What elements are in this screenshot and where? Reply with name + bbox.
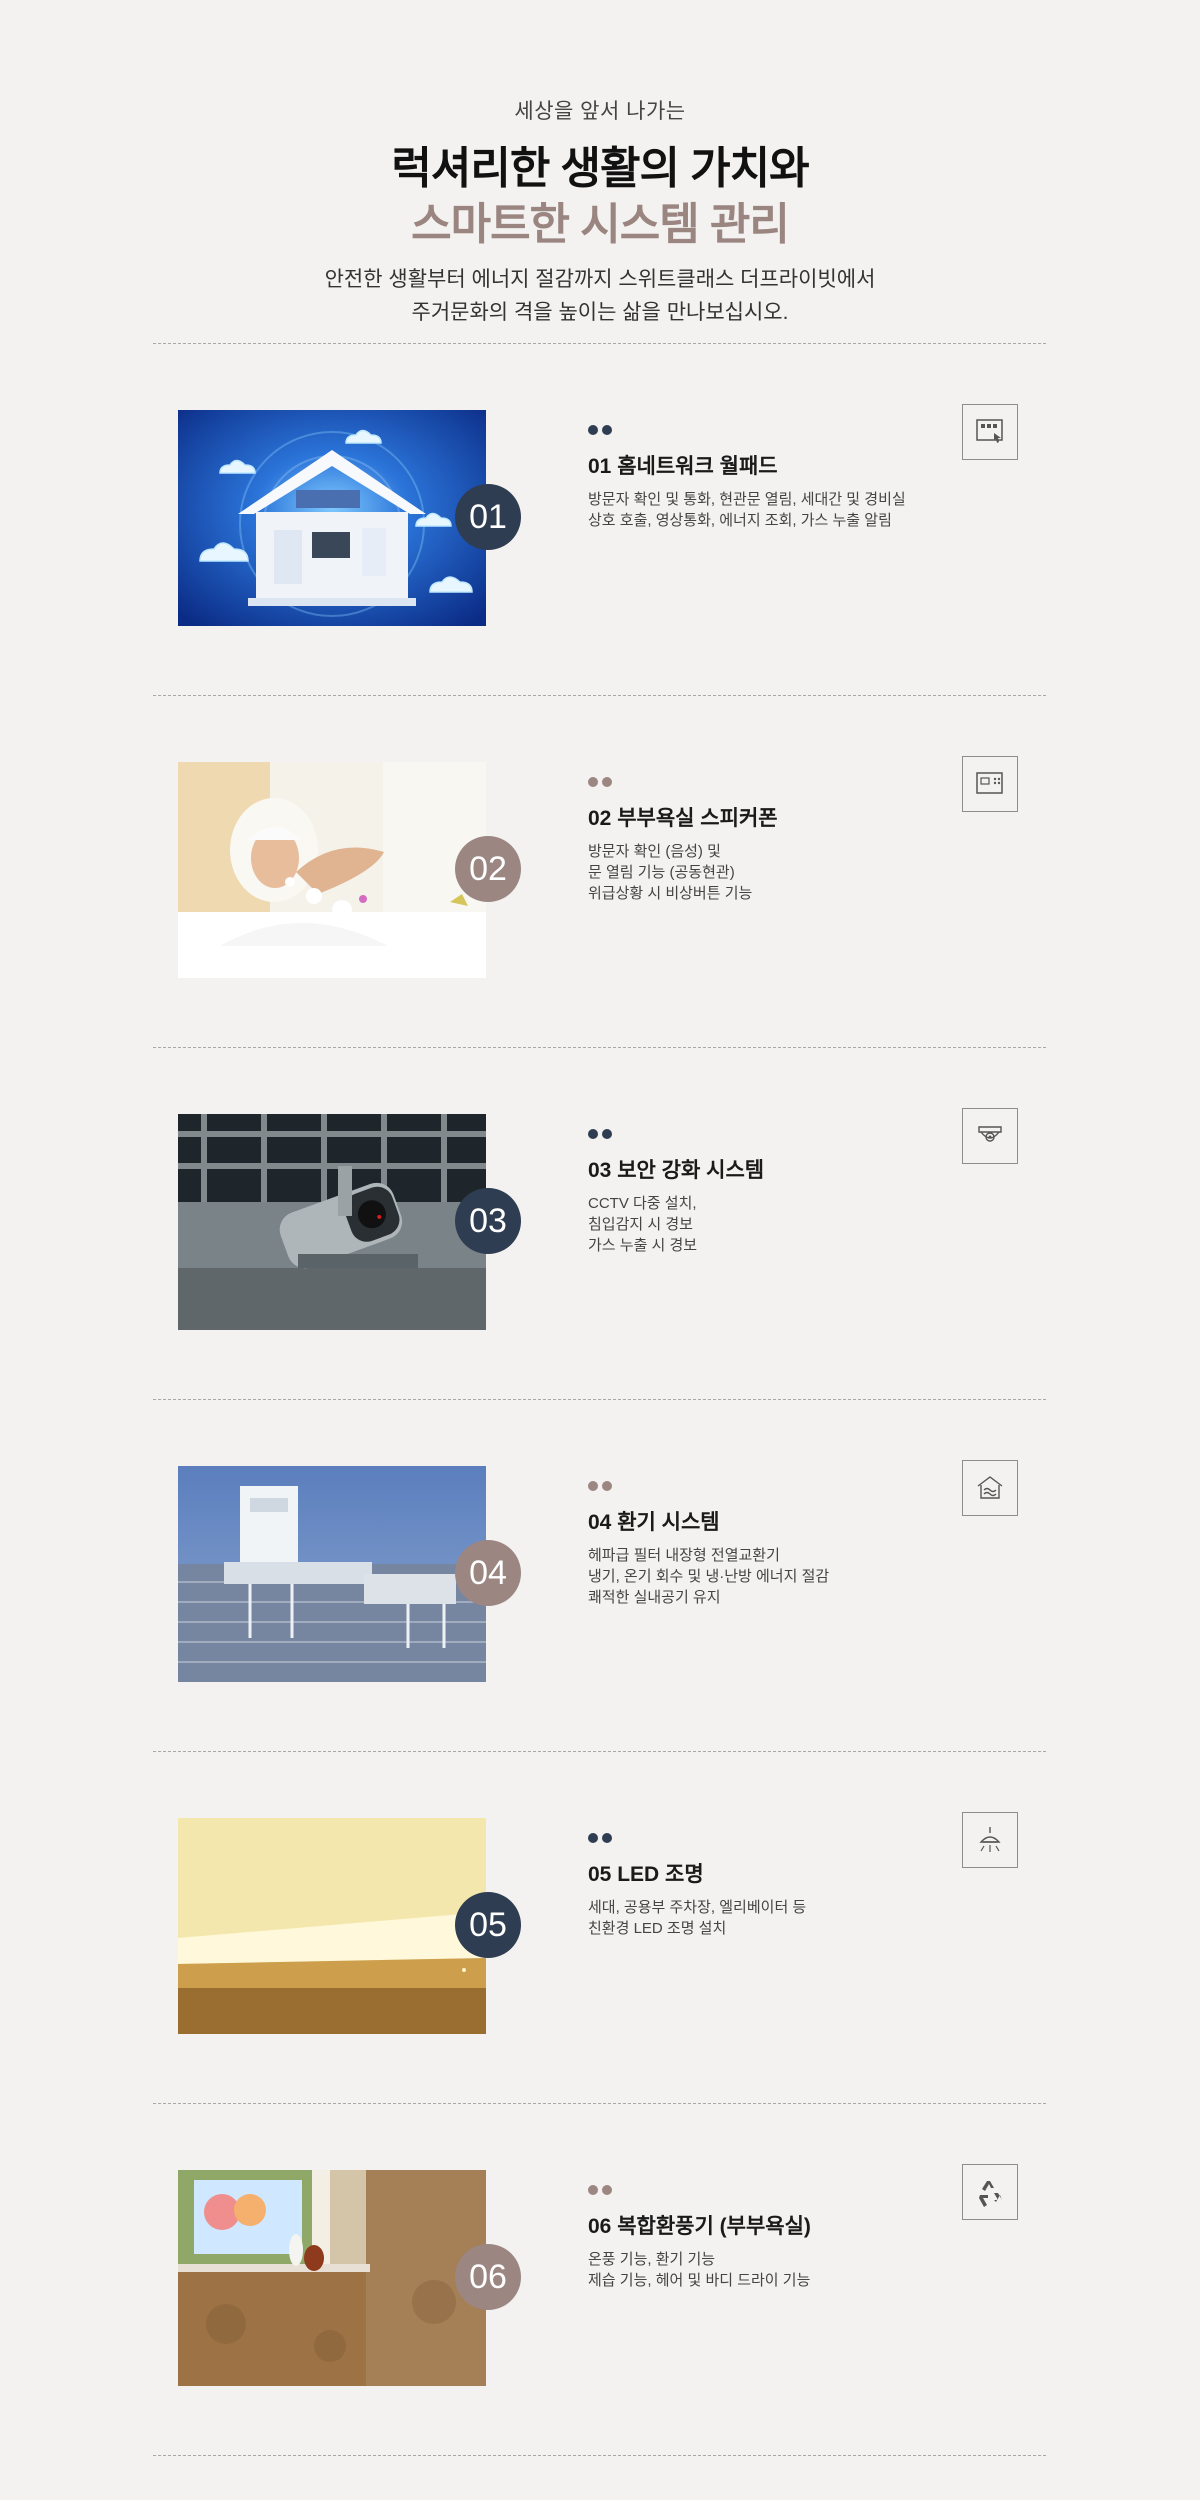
feature-title: 06 복합환풍기 (부부욕실)	[588, 2215, 811, 2238]
feature-dots	[588, 425, 620, 435]
feature-description: 헤파급 필터 내장형 전열교환기 냉기, 온기 회수 및 냉·난방 에너지 절감…	[588, 1545, 829, 1608]
dot-marker	[602, 1481, 612, 1491]
hero-title-line2: 스마트한 시스템 관리	[411, 200, 790, 249]
feature-description: 온풍 기능, 환기 기능 제습 기능, 헤어 및 바디 드라이 기능	[588, 2249, 810, 2291]
feature-number-badge: 04	[455, 1540, 521, 1606]
feature-description-line: 방문자 확인 (음성) 및	[588, 843, 721, 860]
feature-description-line: 쾌적한 실내공기 유지	[588, 1589, 721, 1606]
feature-description-line: 제습 기능, 헤어 및 바디 드라이 기능	[588, 2272, 811, 2289]
ventilation-photo	[178, 1466, 486, 1682]
feature-item-led-lighting: 05 05 LED 조명 세대, 공용부 주차장, 엘리베이터 등 친환경 LE…	[0, 1751, 1200, 2103]
dot-marker	[588, 777, 598, 787]
feature-description-line: 친환경 LED 조명 설치	[588, 1920, 727, 1937]
ceiling-light-icon	[962, 1812, 1018, 1868]
feature-number-badge: 01	[455, 484, 521, 550]
hero-description-line1: 안전한 생활부터 에너지 절감까지 스위트클래스 더프라이빗에서	[324, 268, 876, 291]
dot-marker	[602, 1129, 612, 1139]
feature-description: CCTV 다중 설치, 침입감지 시 경보 가스 누출 시 경보	[588, 1193, 697, 1256]
feature-description: 방문자 확인 및 통화, 현관문 열림, 세대간 및 경비실 상호 호출, 영상…	[588, 489, 906, 531]
feature-title: 04 환기 시스템	[588, 1511, 720, 1534]
dot-marker	[602, 1833, 612, 1843]
feature-description-line: 헤파급 필터 내장형 전열교환기	[588, 1547, 780, 1564]
speakerphone-icon	[962, 756, 1018, 812]
feature-description-line: 상호 호출, 영상통화, 에너지 조회, 가스 누출 알림	[588, 512, 892, 529]
hero-description-line2: 주거문화의 격을 높이는 삶을 만나보십시오.	[411, 301, 789, 324]
dot-marker	[588, 425, 598, 435]
feature-dots	[588, 1833, 620, 1843]
dot-marker	[588, 1833, 598, 1843]
feature-description: 세대, 공용부 주차장, 엘리베이터 등 친환경 LED 조명 설치	[588, 1897, 806, 1939]
bathroom-fan-photo	[178, 2170, 486, 2386]
feature-title: 05 LED 조명	[588, 1863, 704, 1886]
dot-marker	[588, 2185, 598, 2195]
dot-marker	[602, 777, 612, 787]
dot-marker	[588, 1481, 598, 1491]
cctv-photo	[178, 1114, 486, 1330]
feature-title: 02 부부욕실 스피커폰	[588, 807, 778, 830]
feature-description-line: 가스 누출 시 경보	[588, 1237, 698, 1254]
feature-item-bathroom-speakerphone: 02 02 부부욕실 스피커폰 방문자 확인 (음성) 및 문 열림 기능 (공…	[0, 695, 1200, 1047]
section-divider	[153, 2455, 1046, 2456]
led-lighting-photo	[178, 1818, 486, 2034]
feature-dots	[588, 2185, 620, 2195]
feature-item-combined-fan: 06 06 복합환풍기 (부부욕실) 온풍 기능, 환기 기능 제습 기능, 헤…	[0, 2103, 1200, 2455]
feature-item-security-system: 03 03 보안 강화 시스템 CCTV 다중 설치, 침입감지 시 경보 가스…	[0, 1047, 1200, 1399]
feature-description-line: 방문자 확인 및 통화, 현관문 열림, 세대간 및 경비실	[588, 491, 906, 508]
recycle-fan-icon	[962, 2164, 1018, 2220]
feature-number-badge: 02	[455, 836, 521, 902]
feature-description-line: 온풍 기능, 환기 기능	[588, 2251, 716, 2268]
feature-description-line: 침입감지 시 경보	[588, 1216, 693, 1233]
dot-marker	[602, 425, 612, 435]
wallpad-icon	[962, 404, 1018, 460]
hero-section: 세상을 앞서 나가는 럭셔리한 생활의 가치와 스마트한 시스템 관리 안전한 …	[0, 0, 1200, 350]
feature-description-line: 문 열림 기능 (공동현관)	[588, 864, 735, 881]
feature-number-badge: 06	[455, 2244, 521, 2310]
hero-title-line1: 럭셔리한 생활의 가치와	[391, 144, 809, 193]
wallpad-photo	[178, 410, 486, 626]
cctv-icon	[962, 1108, 1018, 1164]
dot-marker	[588, 1129, 598, 1139]
feature-description-line: 세대, 공용부 주차장, 엘리베이터 등	[588, 1899, 807, 1916]
bathroom-photo	[178, 762, 486, 978]
feature-description-line: CCTV 다중 설치,	[588, 1195, 697, 1212]
feature-item-wallpad: 01 01 홈네트워크 월패드 방문자 확인 및 통화, 현관문 열림, 세대간…	[0, 343, 1200, 695]
dot-marker	[602, 2185, 612, 2195]
feature-description-line: 위급상황 시 비상버튼 기능	[588, 885, 753, 902]
feature-description: 방문자 확인 (음성) 및 문 열림 기능 (공동현관) 위급상황 시 비상버튼…	[588, 841, 752, 904]
feature-dots	[588, 1129, 620, 1139]
feature-description-line: 냉기, 온기 회수 및 냉·난방 에너지 절감	[588, 1568, 830, 1585]
feature-number-badge: 05	[455, 1892, 521, 1958]
feature-dots	[588, 777, 620, 787]
feature-title: 01 홈네트워크 월패드	[588, 455, 778, 478]
feature-title: 03 보안 강화 시스템	[588, 1159, 765, 1182]
feature-number-badge: 03	[455, 1188, 521, 1254]
feature-item-ventilation-system: 04 04 환기 시스템 헤파급 필터 내장형 전열교환기 냉기, 온기 회수 …	[0, 1399, 1200, 1751]
ventilation-icon	[962, 1460, 1018, 1516]
hero-eyebrow: 세상을 앞서 나가는	[514, 100, 686, 123]
feature-dots	[588, 1481, 620, 1491]
